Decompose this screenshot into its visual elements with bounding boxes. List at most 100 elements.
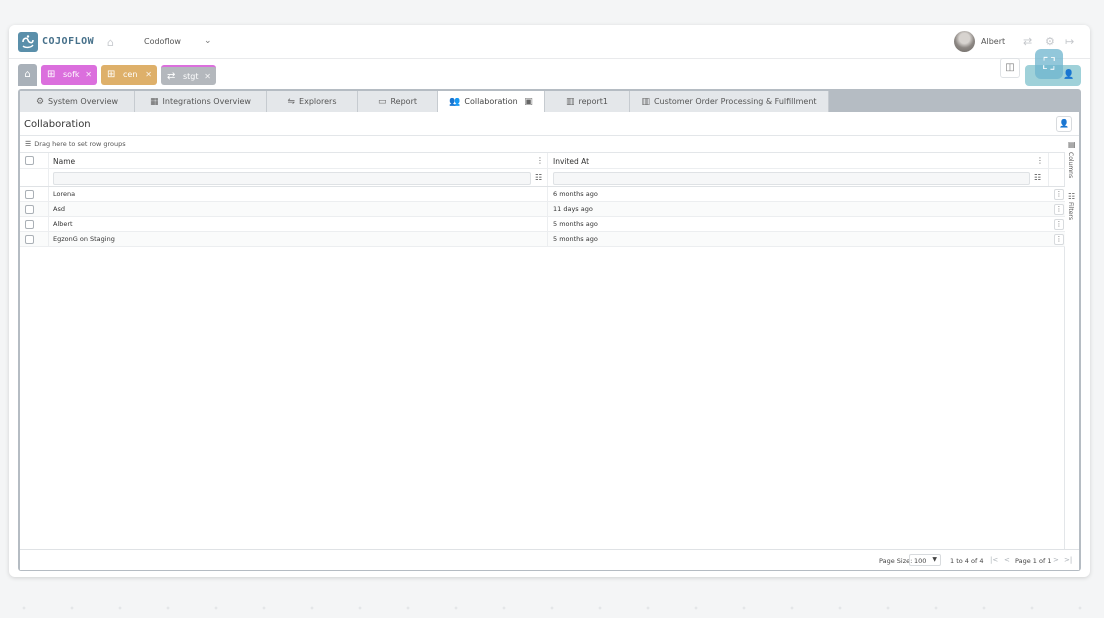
- dashboard-icon: ▦: [150, 97, 159, 107]
- workspace-home-button[interactable]: ⌂: [18, 64, 37, 86]
- view-tab-bar: ⚙ System Overview ▦ Integrations Overview …: [20, 91, 1079, 112]
- app-window: COJOFLOW ⌂ Codoflow ⌄ Albert ⇄ ⚙ ↦ ⌂ ⊞ so…: [9, 25, 1090, 577]
- gear-icon: ⚙: [35, 97, 45, 107]
- tab-collaboration[interactable]: 👥 Collaboration ▣: [438, 91, 545, 112]
- user-name[interactable]: Albert: [981, 37, 1005, 46]
- tab-label: report1: [578, 97, 609, 106]
- row-checkbox[interactable]: [25, 220, 34, 229]
- tab-explorers[interactable]: ⇋ Explorers: [267, 91, 358, 112]
- cell-invited-at: 5 months ago: [553, 220, 598, 228]
- select-all-checkbox[interactable]: [25, 156, 34, 165]
- gear-icon[interactable]: ⚙: [1045, 35, 1055, 48]
- row-group-icon: ☰: [25, 140, 32, 148]
- row-actions-button[interactable]: ⋮: [1054, 219, 1064, 230]
- cell-name: EgzonG on Staging: [53, 235, 115, 243]
- previous-page-icon[interactable]: <: [1004, 556, 1010, 564]
- row-divider: [48, 202, 49, 217]
- close-icon[interactable]: ✕: [145, 65, 152, 85]
- page-size-value: 100: [914, 557, 927, 565]
- tab-label: Explorers: [299, 97, 337, 106]
- tab-label: Integrations Overview: [162, 97, 251, 106]
- logo-text: COJOFLOW: [42, 36, 95, 47]
- row-actions-button[interactable]: ⋮: [1054, 204, 1064, 215]
- filter-icon[interactable]: ☷: [535, 173, 542, 182]
- tab-label: System Overview: [48, 97, 119, 106]
- invited-at-filter-input[interactable]: [553, 172, 1030, 185]
- workspace-tab-sofk[interactable]: ⊞ sofk ✕: [41, 65, 97, 85]
- row-actions-button[interactable]: ⋮: [1054, 189, 1064, 200]
- map-icon: ▥: [641, 97, 650, 107]
- workspace-tab-bar: ⌂ ⊞ sofk ✕ ⊞ cen ✕ ⇄ stgt ✕: [9, 59, 1090, 89]
- next-page-icon[interactable]: >: [1053, 556, 1059, 564]
- tab-customer-order-processing[interactable]: ▥ Customer Order Processing & Fulfillment: [630, 91, 829, 112]
- grid-icon: ⊞: [47, 69, 56, 80]
- home-icon[interactable]: ⌂: [107, 36, 114, 49]
- workspace-tab-cen[interactable]: ⊞ cen ✕: [101, 65, 157, 85]
- fullscreen-icon[interactable]: ⛶: [1035, 49, 1063, 79]
- workspace-tab-label: sofk: [63, 70, 80, 79]
- column-menu-icon[interactable]: ⋮: [536, 156, 544, 165]
- data-grid-area: ☰ Drag here to set row groups Name ⋮ Invi…: [20, 135, 1079, 570]
- data-grid: Name ⋮ Invited At ⋮ ☷ ☷ Lorena 6 months …: [20, 152, 1065, 549]
- grid-filter-row: ☷ ☷: [20, 169, 1065, 187]
- grid-header-row: Name ⋮ Invited At ⋮: [20, 153, 1065, 169]
- column-header-name[interactable]: Name: [53, 157, 75, 166]
- close-icon[interactable]: ✕: [85, 65, 92, 85]
- collaboration-panel: Collaboration 👤 ☰ Drag here to set row gr…: [20, 112, 1079, 570]
- page-title: Collaboration: [24, 119, 91, 130]
- table-row[interactable]: EgzonG on Staging 5 months ago ⋮: [20, 232, 1065, 247]
- row-divider: [547, 217, 548, 232]
- row-divider: [547, 187, 548, 202]
- row-divider: [48, 217, 49, 232]
- tab-label: Collaboration: [464, 97, 518, 106]
- tab-label: Report: [390, 97, 418, 106]
- first-page-icon[interactable]: |<: [990, 556, 998, 564]
- add-user-button[interactable]: 👤: [1056, 116, 1072, 132]
- users-icon: 👥: [449, 97, 461, 107]
- column-header-invited-at[interactable]: Invited At: [553, 157, 589, 166]
- tab-system-overview[interactable]: ⚙ System Overview: [20, 91, 135, 112]
- close-icon[interactable]: ✕: [204, 67, 211, 87]
- row-checkbox[interactable]: [25, 205, 34, 214]
- page-info: Page 1 of 1: [1015, 557, 1052, 565]
- tab-settings-icon[interactable]: ▣: [524, 97, 533, 107]
- table-row[interactable]: Lorena 6 months ago ⋮: [20, 187, 1065, 202]
- tab-report1[interactable]: ▥ report1: [545, 91, 630, 112]
- row-group-hint: Drag here to set row groups: [34, 140, 126, 148]
- comment-icon: ▭: [377, 97, 387, 107]
- project-selector[interactable]: Codoflow: [144, 37, 181, 46]
- sync-icon: ⇄: [167, 71, 176, 82]
- columns-icon[interactable]: ▤: [1068, 140, 1076, 149]
- tab-integrations-overview[interactable]: ▦ Integrations Overview: [135, 91, 267, 112]
- row-checkbox[interactable]: [25, 235, 34, 244]
- table-row[interactable]: Albert 5 months ago ⋮: [20, 217, 1065, 232]
- pagination-bar: Page Size: 100 ▼ 1 to 4 of 4 |< < Page 1…: [20, 549, 1079, 570]
- filter-icon[interactable]: ☷: [1068, 192, 1075, 201]
- page-size-select[interactable]: 100 ▼: [909, 554, 941, 566]
- row-divider: [547, 202, 548, 217]
- map-icon: ▥: [565, 97, 575, 107]
- cell-name: Asd: [53, 205, 65, 213]
- tab-label: Customer Order Processing & Fulfillment: [653, 97, 817, 106]
- row-checkbox[interactable]: [25, 190, 34, 199]
- avatar[interactable]: [954, 31, 975, 52]
- row-group-drop-zone[interactable]: ☰ Drag here to set row groups: [25, 140, 126, 148]
- panel-toggle-button[interactable]: ◫: [1000, 58, 1020, 78]
- chevron-down-icon: ▼: [932, 556, 937, 563]
- column-menu-icon[interactable]: ⋮: [1036, 156, 1044, 165]
- chevron-down-icon[interactable]: ⌄: [204, 36, 212, 46]
- switch-icon[interactable]: ⇄: [1023, 35, 1032, 48]
- last-page-icon[interactable]: >|: [1064, 556, 1072, 564]
- logout-icon[interactable]: ↦: [1065, 35, 1074, 48]
- filters-panel-toggle[interactable]: Filters: [1067, 202, 1074, 220]
- row-actions-button[interactable]: ⋮: [1054, 234, 1064, 245]
- table-row[interactable]: Asd 11 days ago ⋮: [20, 202, 1065, 217]
- workspace-tab-stgt[interactable]: ⇄ stgt ✕: [161, 65, 216, 85]
- row-divider: [48, 232, 49, 247]
- columns-panel-toggle[interactable]: Columns: [1067, 152, 1074, 178]
- filter-icon[interactable]: ☷: [1034, 173, 1041, 182]
- top-header: COJOFLOW ⌂ Codoflow ⌄ Albert ⇄ ⚙ ↦: [9, 25, 1090, 59]
- cell-name: Albert: [53, 220, 73, 228]
- name-filter-input[interactable]: [53, 172, 531, 185]
- tab-report[interactable]: ▭ Report: [358, 91, 438, 112]
